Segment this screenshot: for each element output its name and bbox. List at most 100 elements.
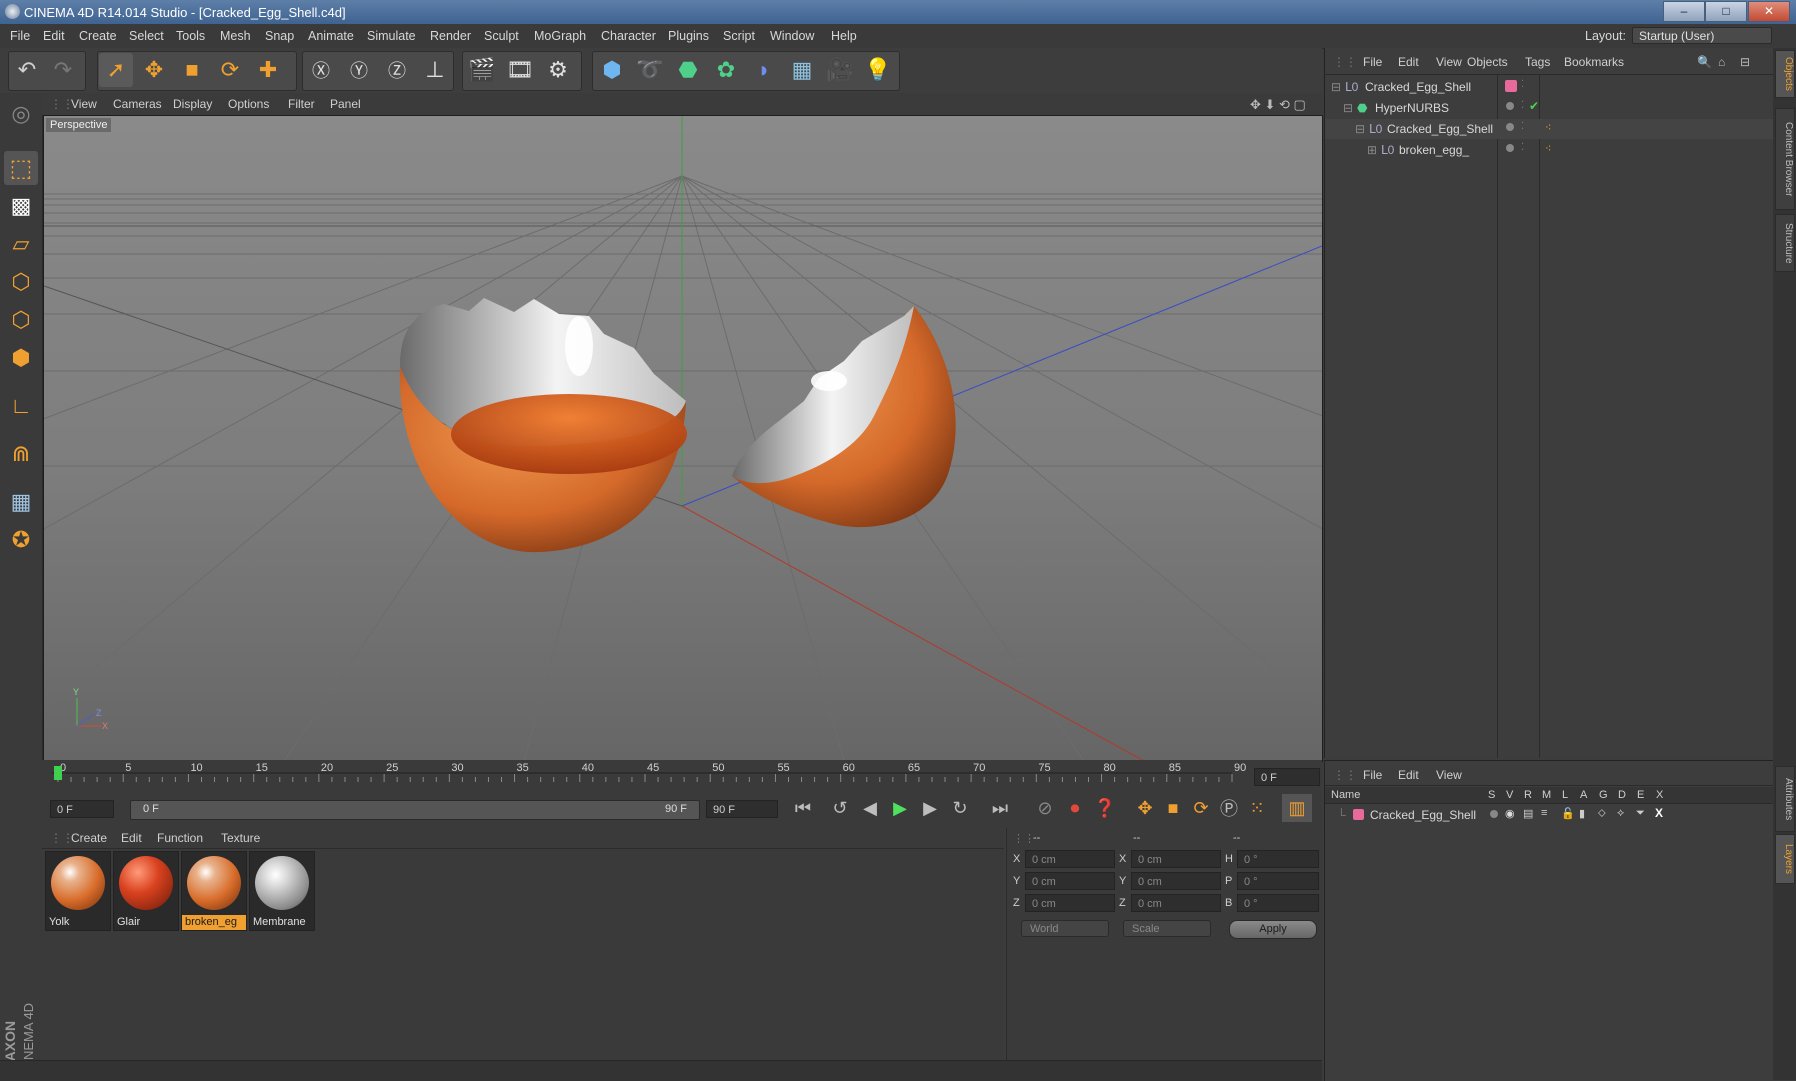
objects-menu-file[interactable]: File [1363,55,1382,69]
objects-menu-bookmarks[interactable]: Bookmarks [1564,55,1624,69]
phong-tag-icon[interactable]: ⁖ [1545,142,1551,155]
view-toggle-icon[interactable]: ◉ [1505,807,1515,820]
y-axis-lock-icon[interactable]: Ⓨ [342,53,376,87]
start-frame-field[interactable]: 0 F [50,800,114,818]
size-x-field[interactable]: 0 cm [1131,850,1221,868]
go-to-end-icon[interactable]: ⏭ [985,794,1015,822]
next-key-icon[interactable]: ↻ [945,794,975,822]
rotate-icon[interactable]: ⟳ [213,53,247,87]
material-glair[interactable]: Glair [113,851,179,931]
viewport-nav-icons[interactable]: ✥ ⬇ ⟲ ▢ [1250,97,1306,113]
close-button[interactable]: ✕ [1748,1,1790,22]
visibility-dots-icon[interactable]: ⁚ [1521,142,1524,153]
objects-collapse-icon[interactable]: ⊟ [1740,55,1750,69]
size-z-field[interactable]: 0 cm [1131,894,1221,912]
render-settings-icon[interactable]: ⚙ [541,53,575,87]
menu-help[interactable]: Help [831,29,857,43]
play-icon[interactable]: ▶ [885,794,915,822]
previous-key-icon[interactable]: ↺ [825,794,855,822]
object-row-broken-egg[interactable]: ⊞ ᒪ0 broken_egg_ ⁚ ⁖ [1325,140,1774,160]
viewport-menu-display[interactable]: Display [173,97,212,111]
xref-toggle-icon[interactable]: X [1655,806,1663,820]
lock-toggle-icon[interactable]: 🔓 [1561,807,1575,820]
snap-magnet-icon[interactable]: ⋒ [4,437,38,471]
timeline-window-icon[interactable]: ▥ [1282,794,1312,822]
visibility-dots-icon[interactable]: ⁚ [1521,100,1524,111]
menu-sculpt[interactable]: Sculpt [484,29,519,43]
side-tab-attributes[interactable]: Attributes [1775,766,1795,832]
material-menu-create[interactable]: Create [71,831,107,845]
visibility-dots-icon[interactable]: ⁚ [1521,121,1524,132]
viewport-menu-filter[interactable]: Filter [288,97,315,111]
workplane-mode-icon[interactable]: ▱ [4,227,38,261]
texture-mode-icon[interactable]: ▩ [4,189,38,223]
objects-search-icon[interactable]: 🔍 [1697,55,1712,69]
menu-window[interactable]: Window [770,29,814,43]
menu-file[interactable]: File [10,29,30,43]
deformers-toggle-icon[interactable]: ⟡ [1617,807,1624,820]
polygons-mode-icon[interactable]: ⬢ [4,341,38,375]
undo-icon[interactable]: ↶ [10,53,44,87]
camera-icon[interactable]: 🎥 [823,53,857,87]
maximize-button[interactable]: □ [1705,1,1747,22]
next-frame-icon[interactable]: ▶ [915,794,945,822]
workplane-lock-icon[interactable]: ▦ [4,485,38,519]
spline-icon[interactable]: ➰ [633,53,667,87]
pos-z-field[interactable]: 0 cm [1025,894,1115,912]
x-axis-lock-icon[interactable]: Ⓧ [304,53,338,87]
objects-home-icon[interactable]: ⌂ [1718,55,1725,69]
menu-simulate[interactable]: Simulate [367,29,416,43]
animation-toggle-icon[interactable]: ▮ [1579,807,1585,820]
cube-icon[interactable]: ⬢ [595,53,629,87]
deformer-icon[interactable]: ◗ [747,53,781,87]
visibility-dots-icon[interactable]: ⁚ [1521,79,1524,90]
solo-toggle[interactable] [1490,810,1498,818]
material-yolk[interactable]: Yolk [45,851,111,931]
end-frame-field[interactable]: 90 F [706,800,778,818]
menu-select[interactable]: Select [129,29,164,43]
material-menu-function[interactable]: Function [157,831,203,845]
phong-tag-icon[interactable]: ⁖ [1545,121,1551,134]
object-row-cracked-egg-shell-root[interactable]: ⊟ ᒪ0 Cracked_Egg_Shell ⁚ [1325,77,1774,97]
current-frame-field[interactable]: 0 F [1254,768,1320,786]
scene-floor-icon[interactable]: ▦ [785,53,819,87]
side-tab-objects[interactable]: Objects [1775,50,1795,98]
nurbs-icon[interactable]: ⬣ [671,53,705,87]
visibility-dot[interactable] [1506,123,1514,131]
mograph-icon[interactable]: ✿ [709,53,743,87]
apply-button[interactable]: Apply [1229,920,1317,939]
side-tab-structure[interactable]: Structure [1775,214,1795,272]
visibility-dot[interactable] [1506,144,1514,152]
objects-menu-tags[interactable]: Tags [1525,55,1550,69]
viewport-menu-panel[interactable]: Panel [330,97,361,111]
size-y-field[interactable]: 0 cm [1131,872,1221,890]
record-icon[interactable]: ⊘ [1030,794,1060,822]
viewport-menu-view[interactable]: View [71,97,97,111]
key-position-icon[interactable]: ✥ [1130,794,1160,822]
menu-snap[interactable]: Snap [265,29,294,43]
timeline-ruler[interactable]: 0 5 10 15 20 25 30 35 40 45 50 55 60 65 70 75 80 85 90 0 F [42,760,1322,790]
make-editable-icon[interactable]: ◎ [4,97,38,131]
z-axis-lock-icon[interactable]: Ⓩ [380,53,414,87]
autokey-icon[interactable]: ⏺ [1060,794,1090,822]
objects-menu-objects[interactable]: Objects [1467,55,1508,69]
manager-toggle-icon[interactable]: ≡ [1541,807,1547,819]
material-menu-texture[interactable]: Texture [221,831,260,845]
menu-edit[interactable]: Edit [43,29,65,43]
coordinate-mode-dropdown[interactable]: Scale [1123,920,1211,937]
rot-p-field[interactable]: 0 ° [1237,872,1319,890]
viewport-menu-cameras[interactable]: Cameras [113,97,162,111]
soft-selection-icon[interactable]: ✪ [4,523,38,557]
menu-mesh[interactable]: Mesh [220,29,251,43]
menu-script[interactable]: Script [723,29,755,43]
pos-x-field[interactable]: 0 cm [1025,850,1115,868]
rot-h-field[interactable]: 0 ° [1237,850,1319,868]
layers-menu-edit[interactable]: Edit [1398,768,1419,782]
menu-render[interactable]: Render [430,29,471,43]
layers-menu-view[interactable]: View [1436,768,1462,782]
side-tab-layers[interactable]: Layers [1775,834,1795,884]
live-selection-icon[interactable]: ➚ [99,53,133,87]
points-mode-icon[interactable]: ⬡ [4,265,38,299]
keyframe-selection-icon[interactable]: ❓ [1090,794,1120,822]
menu-character[interactable]: Character [601,29,656,43]
